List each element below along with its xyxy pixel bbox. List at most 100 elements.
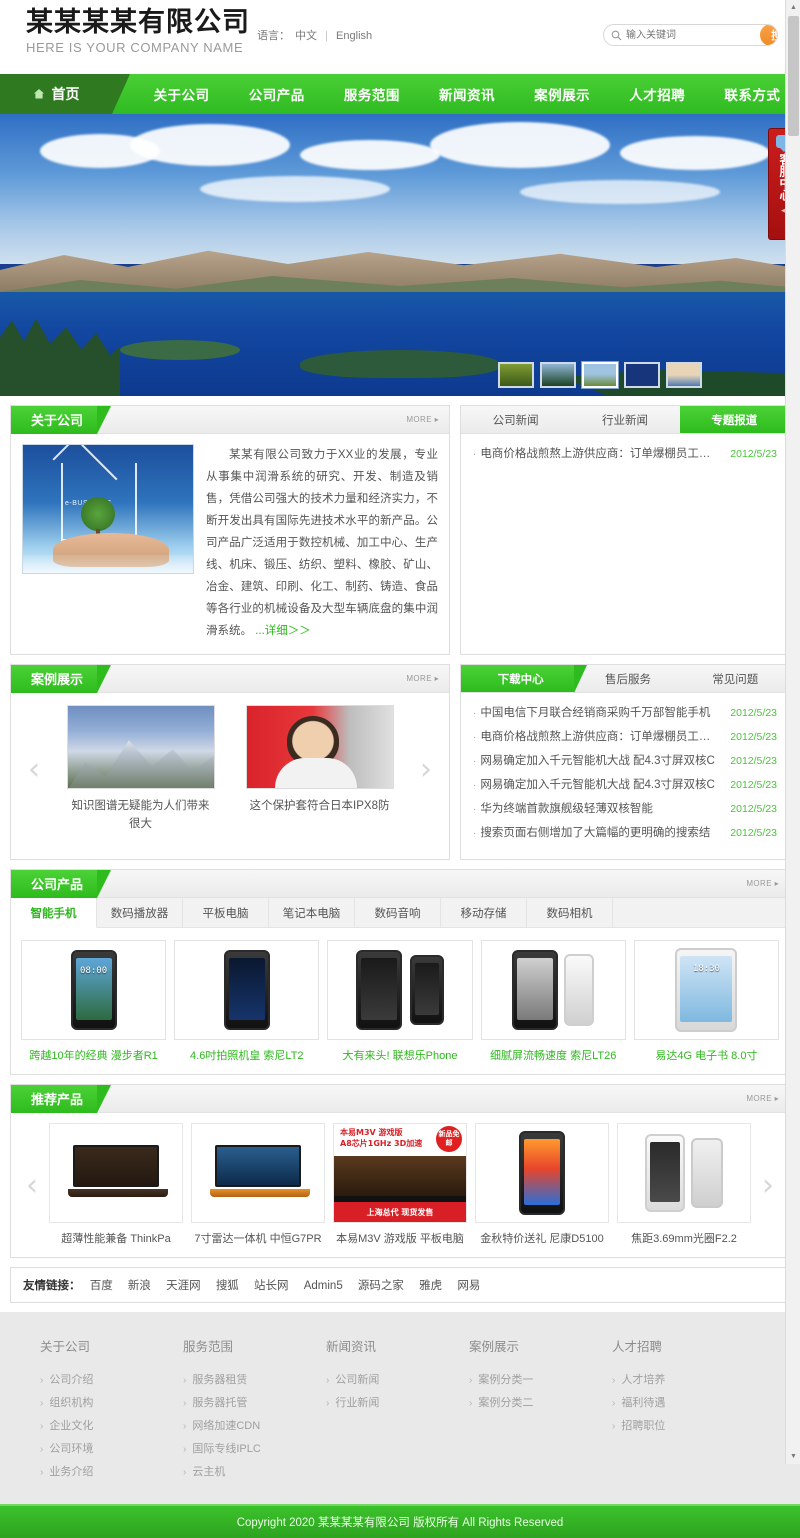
- tab-download-center[interactable]: 下载中心: [461, 665, 588, 693]
- nav-item-products[interactable]: 公司产品: [229, 74, 324, 114]
- ptab-tablet[interactable]: 平板电脑: [183, 898, 269, 927]
- recommended-item[interactable]: 本易M3V 游戏版 A8芯片1GHz 3D加速 新品免邮 上海总代 现货发售 本…: [333, 1123, 467, 1247]
- tree-icon: [81, 497, 115, 531]
- search-button[interactable]: 搜 索: [760, 25, 777, 45]
- footer-link[interactable]: › 企业文化: [40, 1415, 183, 1438]
- footer-link[interactable]: › 云主机: [183, 1461, 326, 1484]
- friendly-link-admin5[interactable]: Admin5: [304, 1280, 343, 1292]
- cases-more-link[interactable]: MORE ▸: [406, 674, 439, 683]
- friendly-link-mycodes[interactable]: 源码之家: [358, 1280, 404, 1292]
- download-item-title[interactable]: 网易确定加入千元智能机大战 配4.3寸屏双核C: [480, 775, 720, 796]
- footer-link[interactable]: › 行业新闻: [326, 1392, 469, 1415]
- friendly-link-sohu[interactable]: 搜狐: [216, 1280, 239, 1292]
- tab-faq[interactable]: 常见问题: [682, 665, 789, 692]
- footer-link[interactable]: › 人才培养: [612, 1369, 755, 1392]
- scrollbar-thumb[interactable]: [788, 16, 799, 136]
- page-scrollbar[interactable]: ▲ ▼: [785, 0, 800, 1464]
- friendly-link-tianya[interactable]: 天涯网: [166, 1280, 201, 1292]
- recommended-more-link[interactable]: MORE ▸: [746, 1094, 779, 1103]
- nav-item-services[interactable]: 服务范围: [324, 74, 419, 114]
- footer-link[interactable]: › 案例分类一: [469, 1369, 612, 1392]
- footer-link[interactable]: › 组织机构: [40, 1392, 183, 1415]
- nav-item-home[interactable]: 首页: [0, 74, 130, 114]
- hero-banner[interactable]: [0, 114, 800, 396]
- news-item-title[interactable]: 电商价格战煎熬上游供应商：订单爆棚员工抓狂: [480, 444, 720, 465]
- footer-link[interactable]: › 福利待遇: [612, 1392, 755, 1415]
- download-list-item[interactable]: · 中国电信下月联合经销商采购千万部智能手机 2012/5/23: [473, 703, 777, 724]
- ptab-smartphone[interactable]: 智能手机: [11, 898, 97, 928]
- ptab-storage[interactable]: 移动存储: [441, 898, 527, 927]
- ptab-audio[interactable]: 数码音响: [355, 898, 441, 927]
- footer-link[interactable]: › 案例分类二: [469, 1392, 612, 1415]
- logo[interactable]: 某某某某有限公司 HERE IS YOUR COMPANY NAME: [26, 8, 250, 56]
- friendly-link-yahoo[interactable]: 雅虎: [419, 1280, 442, 1292]
- case-item[interactable]: 这个保护套符合日本IPX8防: [245, 705, 394, 833]
- tab-after-sales[interactable]: 售后服务: [574, 665, 681, 692]
- ptab-laptop[interactable]: 笔记本电脑: [269, 898, 355, 927]
- recommended-item[interactable]: 金秋特价送礼 尼康D5100: [475, 1123, 609, 1247]
- ptab-media-player[interactable]: 数码播放器: [97, 898, 183, 927]
- tab-special-reports[interactable]: 专题报道: [679, 406, 800, 434]
- footer-link[interactable]: › 网络加速CDN: [183, 1415, 326, 1438]
- footer-link[interactable]: › 服务器托管: [183, 1392, 326, 1415]
- product-item[interactable]: 大有来头! 联想乐Phone: [327, 940, 473, 1064]
- nav-item-cases[interactable]: 案例展示: [515, 74, 610, 114]
- product-item[interactable]: 细腻屏流畅速度 索尼LT26: [480, 940, 626, 1064]
- scroll-up-arrow-icon[interactable]: ▲: [786, 0, 800, 15]
- about-more-link[interactable]: MORE ▸: [406, 415, 439, 424]
- language-chinese-link[interactable]: 中文: [295, 30, 317, 42]
- cases-item-list: 知识图谱无疑能为人们带来很大 这个保护套符合日本IPX8防: [51, 705, 409, 833]
- footer-link[interactable]: › 业务介绍: [40, 1461, 183, 1484]
- footer-link[interactable]: › 国际专线IPLC: [183, 1438, 326, 1461]
- products-more-link[interactable]: MORE ▸: [746, 879, 779, 888]
- news-list-item[interactable]: · 电商价格战煎熬上游供应商：订单爆棚员工抓狂 2012/5/23: [473, 444, 777, 465]
- tab-industry-news[interactable]: 行业新闻: [570, 406, 679, 433]
- nav-item-recruitment[interactable]: 人才招聘: [610, 74, 705, 114]
- cases-next-button[interactable]: ›: [409, 752, 443, 787]
- banner-thumb-1[interactable]: [498, 362, 534, 388]
- product-item[interactable]: 4.6吋拍照机皇 索尼LT2: [174, 940, 320, 1064]
- friendly-link-chinaz[interactable]: 站长网: [254, 1280, 289, 1292]
- recommended-next-button[interactable]: ›: [751, 1168, 785, 1203]
- banner-thumb-5[interactable]: [666, 362, 702, 388]
- case-item[interactable]: 知识图谱无疑能为人们带来很大: [66, 705, 215, 833]
- ptab-camera[interactable]: 数码相机: [527, 898, 613, 927]
- about-detail-link[interactable]: ...详细＞＞: [255, 625, 311, 637]
- friendly-link-sina[interactable]: 新浪: [128, 1280, 151, 1292]
- recommended-item[interactable]: 焦距3.69mm光圈F2.2: [617, 1123, 751, 1247]
- recommended-item[interactable]: 7寸雷达一体机 中恒G7PR: [191, 1123, 325, 1247]
- nav-item-news[interactable]: 新闻资讯: [419, 74, 514, 114]
- product-item[interactable]: 18:30 易达4G 电子书 8.0寸: [633, 940, 780, 1064]
- banner-thumb-3[interactable]: [582, 362, 618, 388]
- footer-link[interactable]: › 公司环境: [40, 1438, 183, 1461]
- footer-link-label: 人才培养: [621, 1374, 666, 1386]
- scroll-down-arrow-icon[interactable]: ▼: [786, 1449, 800, 1464]
- friendly-link-baidu[interactable]: 百度: [90, 1280, 113, 1292]
- nav-item-about[interactable]: 关于公司: [134, 74, 229, 114]
- recommended-item[interactable]: 超薄性能兼备 ThinkPa: [49, 1123, 183, 1247]
- banner-thumb-2[interactable]: [540, 362, 576, 388]
- tab-company-news[interactable]: 公司新闻: [461, 406, 570, 433]
- download-list-item[interactable]: · 电商价格战煎熬上游供应商：订单爆棚员工抓狂 2012/5/23: [473, 727, 777, 748]
- cases-prev-button[interactable]: ‹: [17, 752, 51, 787]
- download-list-item[interactable]: · 网易确定加入千元智能机大战 配4.3寸屏双核C 2012/5/23: [473, 751, 777, 772]
- download-item-title[interactable]: 电商价格战煎熬上游供应商：订单爆棚员工抓狂: [480, 727, 720, 748]
- search-input[interactable]: [624, 25, 760, 45]
- download-list-item[interactable]: · 华为终端首款旗舰级轻薄双核智能 2012/5/23: [473, 799, 777, 820]
- download-item-title[interactable]: 搜索页面右侧增加了大篇幅的更明确的搜索结: [480, 823, 720, 844]
- footer-link[interactable]: › 公司新闻: [326, 1369, 469, 1392]
- banner-thumb-4[interactable]: [624, 362, 660, 388]
- chevron-right-icon: ›: [183, 1467, 187, 1478]
- product-item[interactable]: 08:00 跨越10年的经典 漫步者R1: [21, 940, 167, 1064]
- footer-link[interactable]: › 服务器租赁: [183, 1369, 326, 1392]
- footer-link[interactable]: › 公司介绍: [40, 1369, 183, 1392]
- recommended-prev-button[interactable]: ‹: [15, 1168, 49, 1203]
- language-english-link[interactable]: English: [336, 30, 372, 42]
- download-list-item[interactable]: · 搜索页面右侧增加了大篇幅的更明确的搜索结 2012/5/23: [473, 823, 777, 844]
- download-item-title[interactable]: 华为终端首款旗舰级轻薄双核智能: [480, 799, 720, 820]
- download-list-item[interactable]: · 网易确定加入千元智能机大战 配4.3寸屏双核C 2012/5/23: [473, 775, 777, 796]
- footer-link[interactable]: › 招聘职位: [612, 1415, 755, 1438]
- friendly-link-netease[interactable]: 网易: [457, 1280, 480, 1292]
- download-item-title[interactable]: 网易确定加入千元智能机大战 配4.3寸屏双核C: [480, 751, 720, 772]
- download-item-title[interactable]: 中国电信下月联合经销商采购千万部智能手机: [480, 703, 720, 724]
